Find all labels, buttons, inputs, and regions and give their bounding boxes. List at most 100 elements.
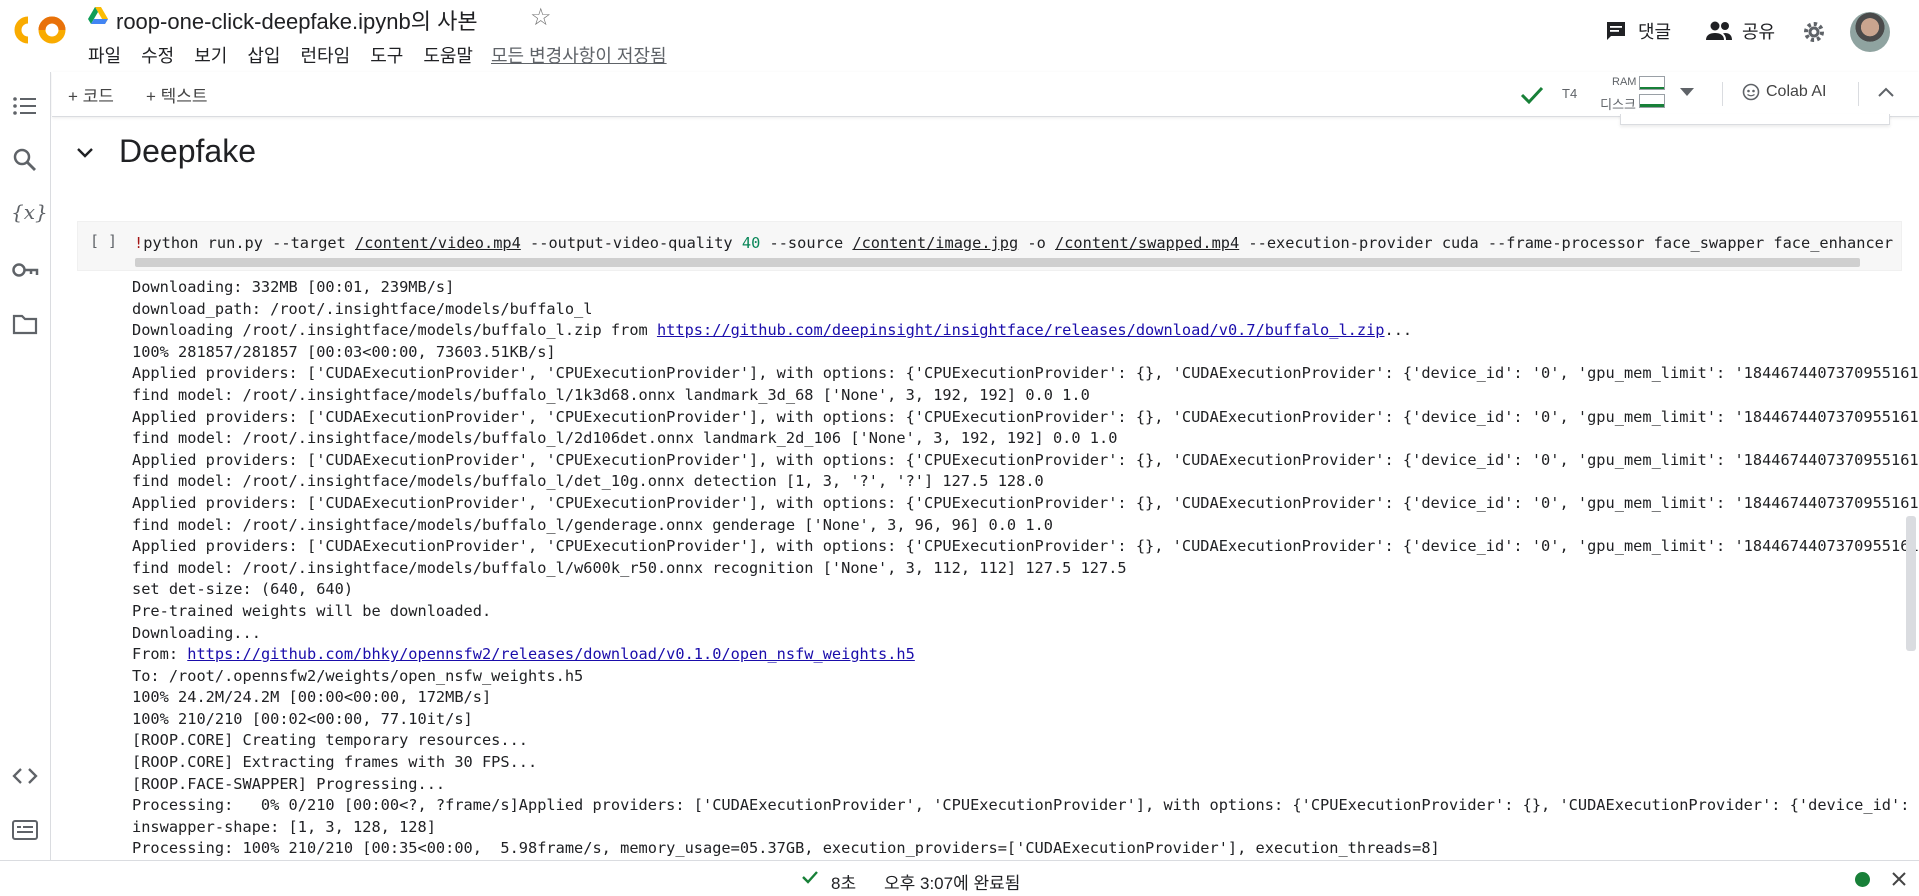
code-token: !	[134, 234, 144, 252]
output-line: Applied providers: ['CUDAExecutionProvid…	[132, 450, 1919, 469]
close-icon[interactable]	[1892, 872, 1906, 886]
output-line-prefix: Downloading /root/.insightface/models/bu…	[132, 321, 657, 340]
code-cell[interactable]: [ ] !python run.py --target /content/vid…	[77, 221, 1902, 271]
output-link[interactable]: https://github.com/deepinsight/insightfa…	[657, 321, 1385, 339]
connected-check-icon[interactable]	[1520, 85, 1544, 105]
secrets-key-icon[interactable]	[11, 256, 39, 284]
colab-ai-label: Colab AI	[1766, 83, 1827, 100]
disk-label: 디스크	[1600, 97, 1636, 112]
output-line: 100% 210/210 [00:02<00:00, 77.10it/s]	[132, 709, 473, 728]
menu-runtime[interactable]: 런타임	[301, 42, 351, 68]
settings-gear-icon[interactable]	[1802, 20, 1826, 44]
output-line: [ROOP.CORE] Extracting frames with 30 FP…	[132, 753, 538, 772]
output-line: find model: /root/.insightface/models/bu…	[132, 429, 1118, 448]
ram-usage-bar[interactable]	[1639, 76, 1665, 90]
execution-completed-time: 오후 3:07에 완료됨	[884, 874, 1021, 893]
output-line: [ROOP.CORE] Creating temporary resources…	[132, 731, 529, 750]
menu-tools[interactable]: 도구	[370, 42, 403, 68]
share-button[interactable]: 공유	[1706, 18, 1775, 44]
output-line-prefix: From:	[132, 645, 188, 664]
output-line: To: /root/.opennsfw2/weights/open_nsfw_w…	[132, 666, 584, 685]
output-line: Applied providers: ['CUDAExecutionProvid…	[132, 364, 1919, 383]
ram-label: RAM	[1612, 76, 1637, 88]
left-sidebar: {x}	[0, 72, 51, 860]
output-line: 100% 24.2M/24.2M [00:00<00:00, 172MB/s]	[132, 688, 492, 707]
output-line: find model: /root/.insightface/models/bu…	[132, 515, 1053, 534]
menu-view[interactable]: 보기	[194, 42, 227, 68]
output-line: find model: /root/.insightface/models/bu…	[132, 558, 1127, 577]
output-line: Processing: 0% 0/210 [00:00<?, ?frame/s]…	[132, 796, 1919, 815]
notebook-main: Deepfake [ ] !python run.py --target /co…	[51, 117, 1919, 860]
status-indicator-dot	[1855, 872, 1870, 887]
menu-help[interactable]: 도움말	[423, 42, 473, 68]
code-token: --output-video-quality	[520, 234, 742, 252]
code-token: --source	[760, 234, 853, 252]
menu-file[interactable]: 파일	[88, 42, 121, 68]
comment-icon	[1607, 22, 1625, 40]
output-line: Applied providers: ['CUDAExecutionProvid…	[132, 407, 1919, 426]
chevron-up-icon[interactable]	[1878, 86, 1894, 98]
code-token: /content/video.mp4	[355, 234, 521, 252]
comment-button[interactable]: 댓글	[1604, 18, 1671, 44]
output-line: Processing: 100% 210/210 [00:35<00:00, 5…	[132, 839, 1440, 858]
run-cell-button[interactable]: [ ]	[90, 232, 117, 250]
colab-logo-icon[interactable]	[14, 12, 70, 48]
terminal-icon[interactable]	[11, 816, 39, 844]
colab-ai-icon	[1742, 83, 1760, 101]
collapse-section-chevron-icon[interactable]	[75, 143, 95, 163]
app-header: roop-one-click-deepfake.ipynb의 사본 ☆ 파일 수…	[0, 0, 1919, 72]
output-line: [ROOP.FACE-SWAPPER] Progressing...	[132, 774, 446, 793]
vertical-scrollbar[interactable]	[1906, 516, 1916, 651]
output-line: Pre-trained weights will be downloaded.	[132, 601, 492, 620]
menu-insert[interactable]: 삽입	[247, 42, 280, 68]
notebook-title[interactable]: roop-one-click-deepfake.ipynb의 사본	[116, 4, 478, 36]
output-link[interactable]: https://github.com/bhky/opennsfw2/releas…	[187, 645, 915, 663]
output-line: Applied providers: ['CUDAExecutionProvid…	[132, 537, 1919, 556]
menu-edit[interactable]: 수정	[141, 42, 174, 68]
output-line: set det-size: (640, 640)	[132, 580, 354, 599]
output-line: Downloading...	[132, 623, 261, 642]
table-of-contents-icon[interactable]	[11, 92, 39, 120]
share-label: 공유	[1742, 22, 1776, 42]
user-avatar[interactable]	[1850, 12, 1890, 52]
output-line: From: https://github.com/bhky/opennsfw2/…	[132, 644, 1902, 666]
add-code-button[interactable]: + 코드	[68, 82, 114, 107]
execution-check-icon	[802, 871, 818, 884]
code-token: -o	[1018, 234, 1056, 252]
code-token: /content/swapped.mp4	[1055, 234, 1240, 252]
colab-ai-button[interactable]: Colab AI	[1742, 83, 1826, 101]
code-editor[interactable]: !python run.py --target /content/video.m…	[134, 234, 1893, 252]
output-line: inswapper-shape: [1, 3, 128, 128]	[132, 817, 436, 836]
output-line: Downloading: 332MB [00:01, 239MB/s]	[132, 278, 455, 296]
add-text-button[interactable]: + 텍스트	[146, 82, 208, 107]
dropdown-arrow-icon[interactable]	[1680, 88, 1694, 98]
output-line: Downloading /root/.insightface/models/bu…	[132, 320, 1902, 342]
code-snippets-icon[interactable]	[11, 762, 39, 790]
code-token: /content/image.jpg	[852, 234, 1019, 252]
search-icon[interactable]	[11, 146, 39, 174]
cell-output: Downloading: 332MB [00:01, 239MB/s] downl…	[132, 277, 1919, 860]
notebook-toolbar: + 코드 + 텍스트 T4 RAM 디스크 Colab AI	[52, 72, 1919, 117]
code-token: 40	[741, 234, 761, 252]
variables-icon[interactable]: {x}	[11, 198, 48, 226]
status-bar: 8초 오후 3:07에 완료됨	[0, 860, 1919, 896]
toolbar-divider	[1722, 82, 1723, 106]
output-line-suffix: ...	[1384, 321, 1413, 340]
menu-bar: 파일 수정 보기 삽입 런타임 도구 도움말 모든 변경사항이 저장됨	[88, 42, 687, 68]
saved-status[interactable]: 모든 변경사항이 저장됨	[491, 42, 667, 68]
output-line: 100% 281857/281857 [00:03<00:00, 73603.5…	[132, 342, 556, 361]
output-line: Applied providers: ['CUDAExecutionProvid…	[132, 493, 1919, 512]
google-drive-icon	[88, 7, 108, 24]
star-icon[interactable]: ☆	[530, 3, 552, 32]
output-line: find model: /root/.insightface/models/bu…	[132, 472, 1044, 491]
code-token: python run.py --target	[143, 234, 356, 252]
section-heading[interactable]: Deepfake	[119, 133, 256, 170]
horizontal-scrollbar[interactable]	[135, 258, 1860, 267]
output-line: download_path: /root/.insightface/models…	[132, 299, 593, 318]
code-token: --execution-provider cuda --frame-proces…	[1239, 234, 1894, 252]
disk-usage-bar[interactable]	[1639, 94, 1665, 108]
people-icon	[1706, 21, 1732, 40]
toolbar-divider-2	[1858, 82, 1859, 106]
comment-label: 댓글	[1638, 22, 1672, 42]
files-folder-icon[interactable]	[11, 310, 39, 338]
